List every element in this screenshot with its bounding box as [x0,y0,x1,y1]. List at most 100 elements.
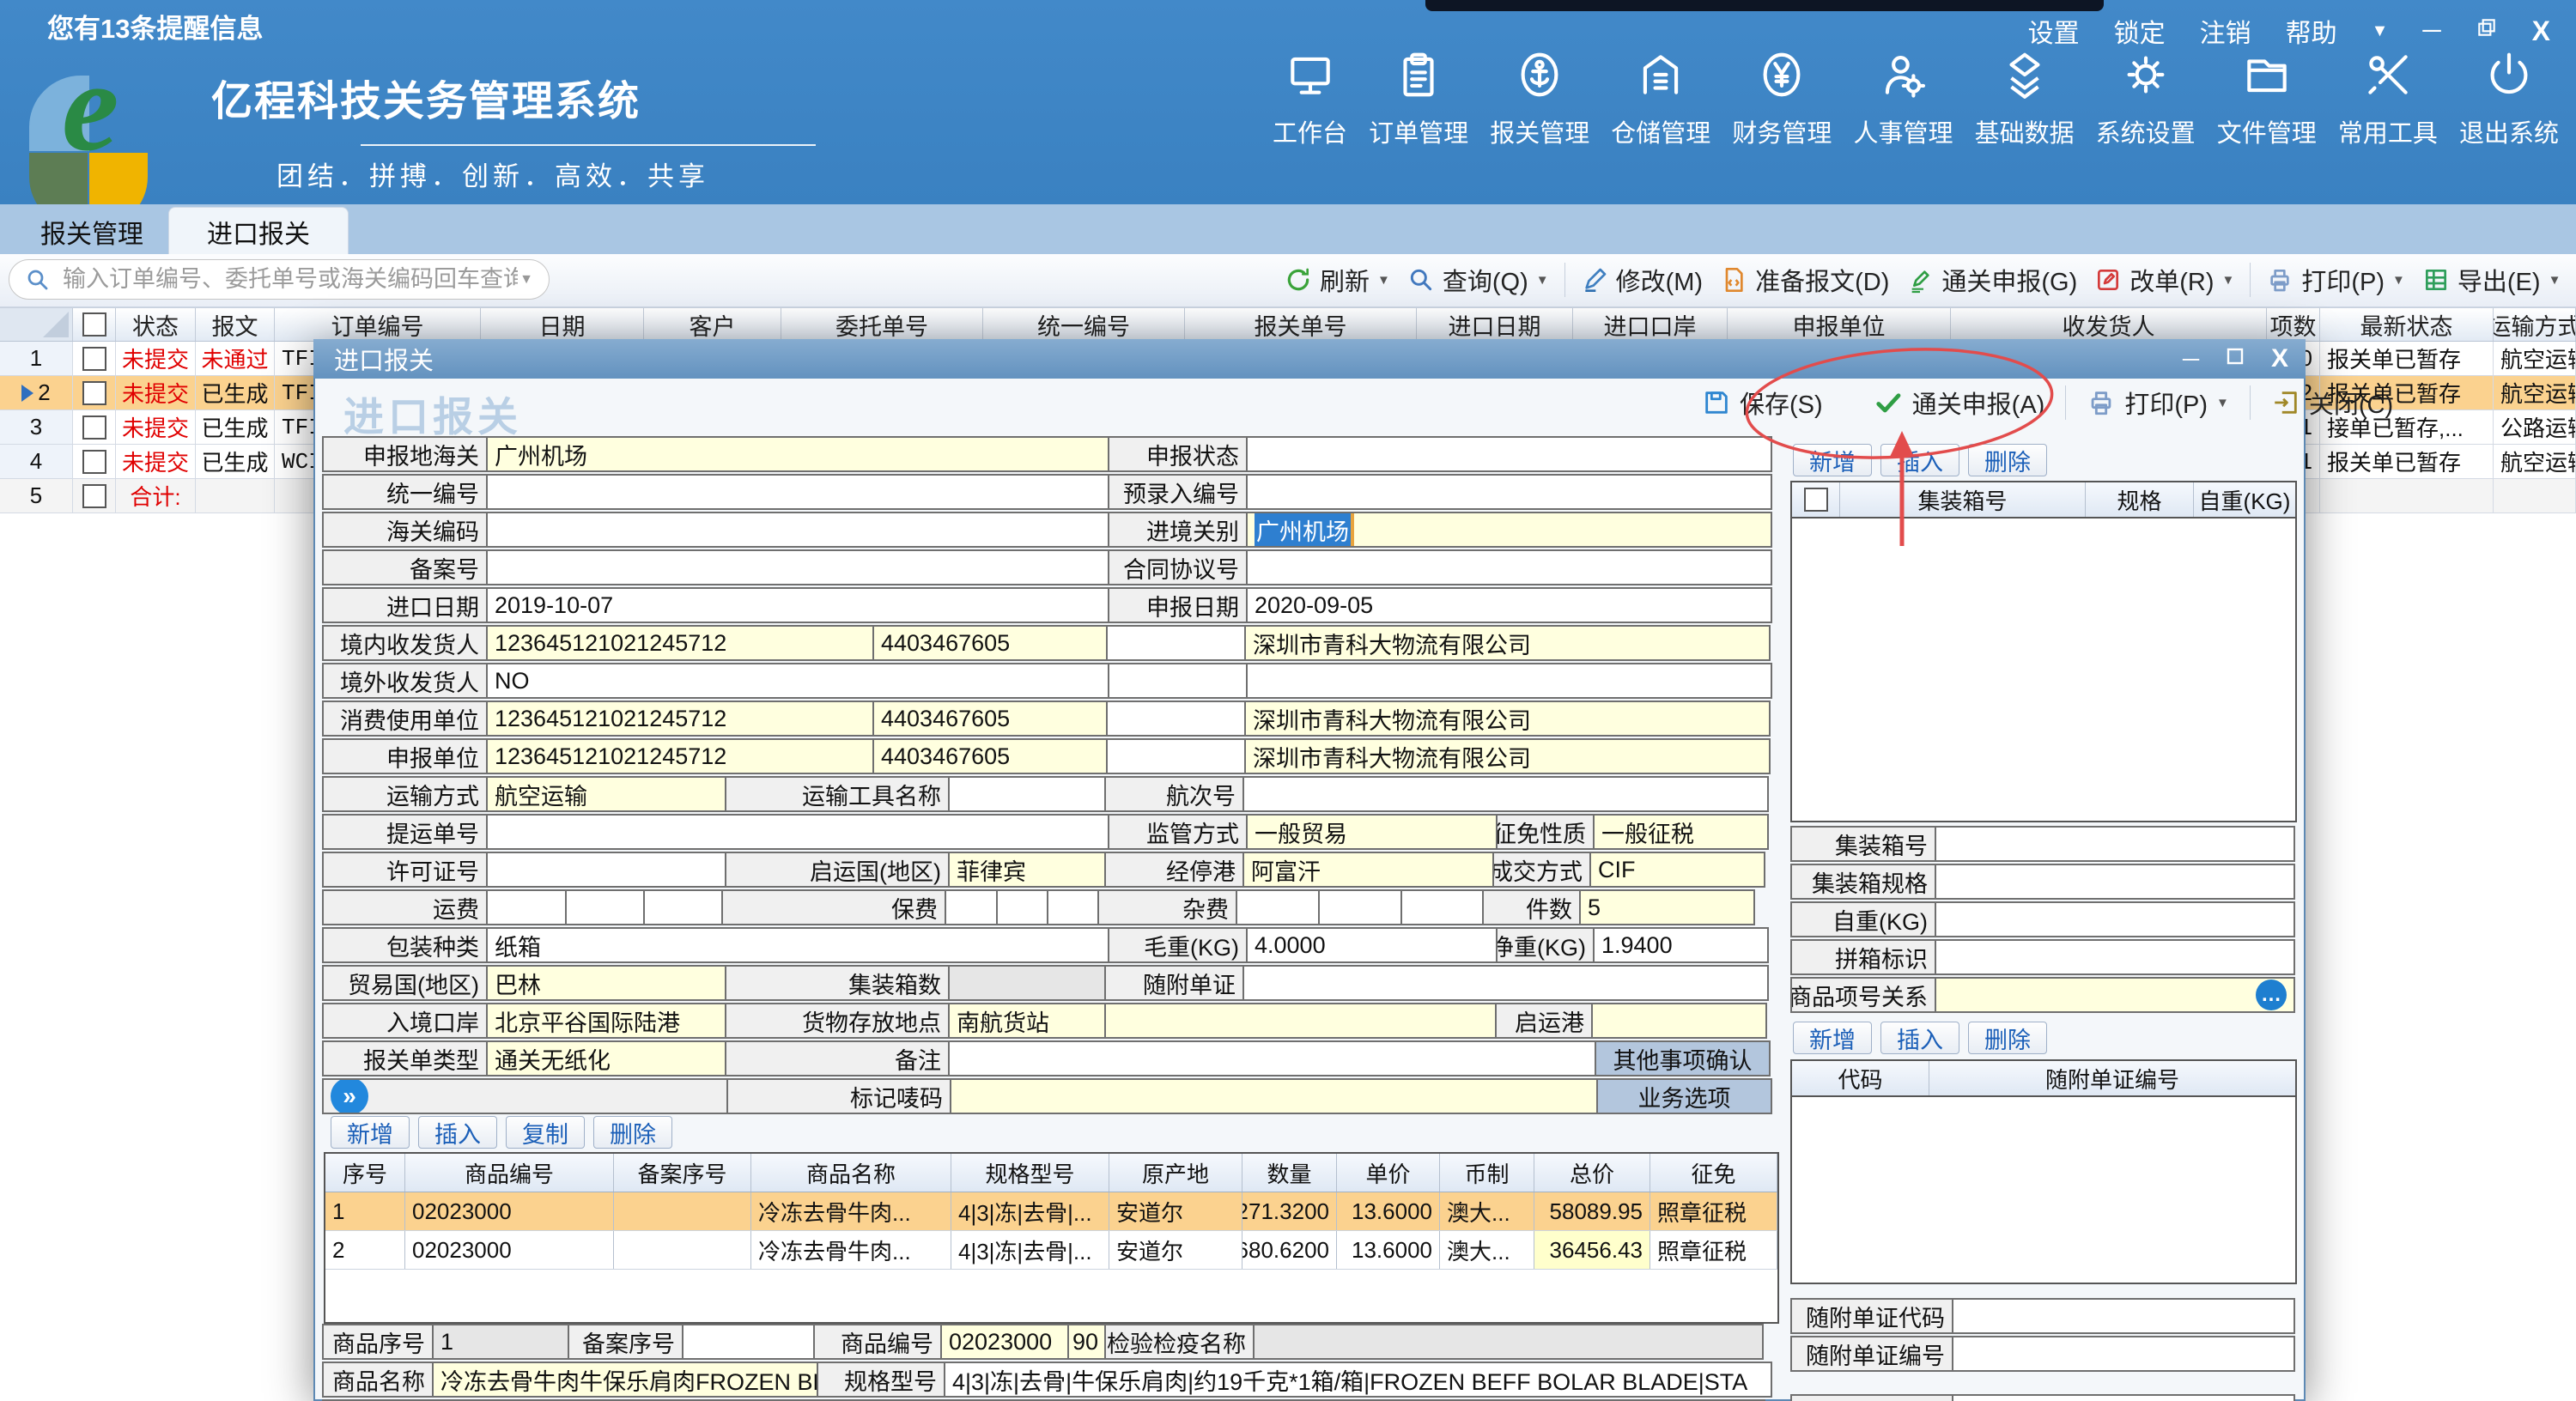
checkbox[interactable] [82,381,106,405]
checkbox[interactable] [82,450,106,474]
row-checkbox-cell[interactable] [73,342,116,376]
query-button[interactable]: 查询(Q)▼ [1399,262,1558,298]
grid-header-customer[interactable]: 客户 [644,308,781,341]
col-doc-no[interactable]: 随附单证编号 [1929,1061,2295,1095]
col-doc-code[interactable]: 代码 [1792,1061,1929,1095]
row-checkbox-cell[interactable] [73,376,116,410]
refresh-button[interactable]: 刷新▼ [1276,262,1399,298]
nav-exit[interactable]: 退出系统 [2459,48,2559,149]
collapse-icon[interactable]: ▼ [2372,21,2389,41]
field-freight-1[interactable] [486,889,567,925]
field-insurance-1[interactable] [945,889,998,925]
nav-basedata[interactable]: 基础数据 [1975,48,2075,149]
dialog-maximize-button[interactable] [2225,346,2245,373]
field-trade-country[interactable]: 巴林 [486,965,726,1001]
col-container-spec[interactable]: 规格 [2086,482,2194,517]
grid-header-latest[interactable]: 最新状态 [2320,308,2494,341]
insert-button[interactable]: 插入 [418,1116,497,1149]
field-empty[interactable] [1106,625,1246,661]
field-declare-customs[interactable]: 广州机场 [486,436,1109,472]
col-price[interactable]: 单价 [1337,1154,1440,1192]
delete-button[interactable]: 删除 [593,1116,672,1149]
field-freight-3[interactable] [643,889,723,925]
field-consumer-unit-name[interactable]: 深圳市青科大物流有限公司 [1244,700,1771,737]
close-window-button[interactable]: X [2532,15,2550,47]
grid-header-items[interactable]: 项数 [2267,308,2320,341]
field-record-no[interactable] [486,549,1109,585]
export-button[interactable]: 导出(E)▼ [2414,262,2570,298]
row-checkbox-cell[interactable] [73,445,116,479]
grid-header-iport[interactable]: 进口口岸 [1573,308,1728,341]
field-empty[interactable] [1106,700,1246,737]
dialog-print-button[interactable]: 打印(P)▼ [2087,385,2229,421]
field-unified-no[interactable] [486,474,1109,510]
insert-button[interactable]: 插入 [1880,444,1959,476]
grid-header-transport[interactable]: 运输方式 [2494,308,2576,341]
menu-help[interactable]: 帮助 [2286,12,2337,50]
field-origin-country[interactable]: 菲律宾 [948,852,1106,888]
field-empty[interactable] [1106,738,1246,774]
grid-header-unified[interactable]: 统一编号 [983,308,1185,341]
add-button[interactable]: 新增 [331,1116,410,1149]
field-goods-code[interactable]: 02023000 [940,1324,1069,1360]
add-button[interactable]: 新增 [1793,444,1872,476]
field-record-seq[interactable] [682,1324,815,1360]
delete-button[interactable]: 删除 [1968,444,2047,476]
menu-lock[interactable]: 锁定 [2114,12,2166,50]
field-misc-1[interactable] [1236,889,1320,925]
col-total[interactable]: 总价 [1534,1154,1650,1192]
field-import-date[interactable]: 2019-10-07 [486,587,1109,623]
field-overseas-consignee[interactable]: NO [486,663,1109,699]
grid-header-consignee[interactable]: 收发货人 [1951,308,2267,341]
declare-button[interactable]: 通关申报(A) [1873,385,2045,421]
field-customs-code[interactable] [486,512,1109,548]
checkbox[interactable] [82,415,106,440]
field-inspection-name[interactable] [1253,1324,1764,1360]
insert-button[interactable]: 插入 [1880,1022,1959,1054]
tab-customs-management[interactable]: 报关管理 [15,209,168,254]
col-origin[interactable]: 原产地 [1109,1154,1242,1192]
col-code[interactable]: 商品编号 [405,1154,614,1192]
field-declare-unit-code[interactable]: 123645121021245712 [486,738,874,774]
other-confirm-button[interactable]: 其他事项确认 [1595,1040,1771,1077]
grid-header-status[interactable]: 状态 [116,308,196,341]
delete-button[interactable]: 删除 [1968,1022,2047,1054]
grid-header-idate[interactable]: 进口日期 [1417,308,1573,341]
goods-row[interactable]: 2 02023000 冷冻去骨牛肉... 4|3|冻|去骨|... 安道尔 26… [325,1231,1777,1270]
grid-header-msg[interactable]: 报文 [196,308,275,341]
field-marks[interactable] [950,1078,1598,1114]
field-attached-docs[interactable] [1242,965,1769,1001]
grid-header-entrust[interactable]: 委托单号 [781,308,983,341]
field-contract-no[interactable] [1246,549,1772,585]
field-declaration-type[interactable]: 通关无纸化 [486,1040,726,1077]
prepare-message-button[interactable]: 准备报文(D) [1711,262,1898,298]
header-checkbox-cell[interactable] [1792,482,1840,517]
field-empty[interactable] [1108,663,1248,699]
field-supervision-mode[interactable]: 一般贸易 [1246,814,1498,850]
field-entry-port[interactable]: 北京平谷国际陆港 [486,1003,726,1039]
field-domestic-consignee-id[interactable]: 4403467605 [872,625,1108,661]
field-storage-place[interactable]: 南航货站 [948,1003,1106,1039]
menu-settings[interactable]: 设置 [2028,12,2080,50]
dialog-titlebar[interactable]: 进口报关 ─ X [313,339,2306,379]
field-item-relation[interactable]: … [1935,977,2295,1013]
ellipsis-button[interactable]: … [2256,979,2287,1010]
nav-order[interactable]: 订单管理 [1369,48,1468,149]
grid-header-date[interactable]: 日期 [481,308,644,341]
nav-system[interactable]: 系统设置 [2096,48,2196,149]
field-declare-date[interactable]: 2020-09-05 [1246,587,1772,623]
amend-button[interactable]: 改单(R)▼ [2086,262,2243,298]
print-button[interactable]: 打印(P)▼ [2257,262,2414,298]
field-lcl-flag[interactable] [1935,939,2295,975]
grid-corner-cell[interactable] [0,308,73,341]
field-remark[interactable] [948,1040,1596,1077]
col-container-weight[interactable]: 自重(KG) [2194,482,2295,517]
field-package-type[interactable]: 纸箱 [486,927,1109,963]
grid-header-checkbox[interactable] [73,308,116,341]
search-input[interactable] [61,265,519,294]
field-consumer-unit-code[interactable]: 123645121021245712 [486,700,874,737]
expand-icon[interactable]: » [331,1078,368,1114]
field-cropped[interactable] [1952,1394,2295,1401]
field-goods-spec[interactable]: 4|3|冻|去骨|牛保乐肩肉|约19千克*1箱/箱|FROZEN BEFF BO… [944,1362,1772,1398]
field-entry-customs[interactable]: 广州机场 [1246,512,1772,548]
